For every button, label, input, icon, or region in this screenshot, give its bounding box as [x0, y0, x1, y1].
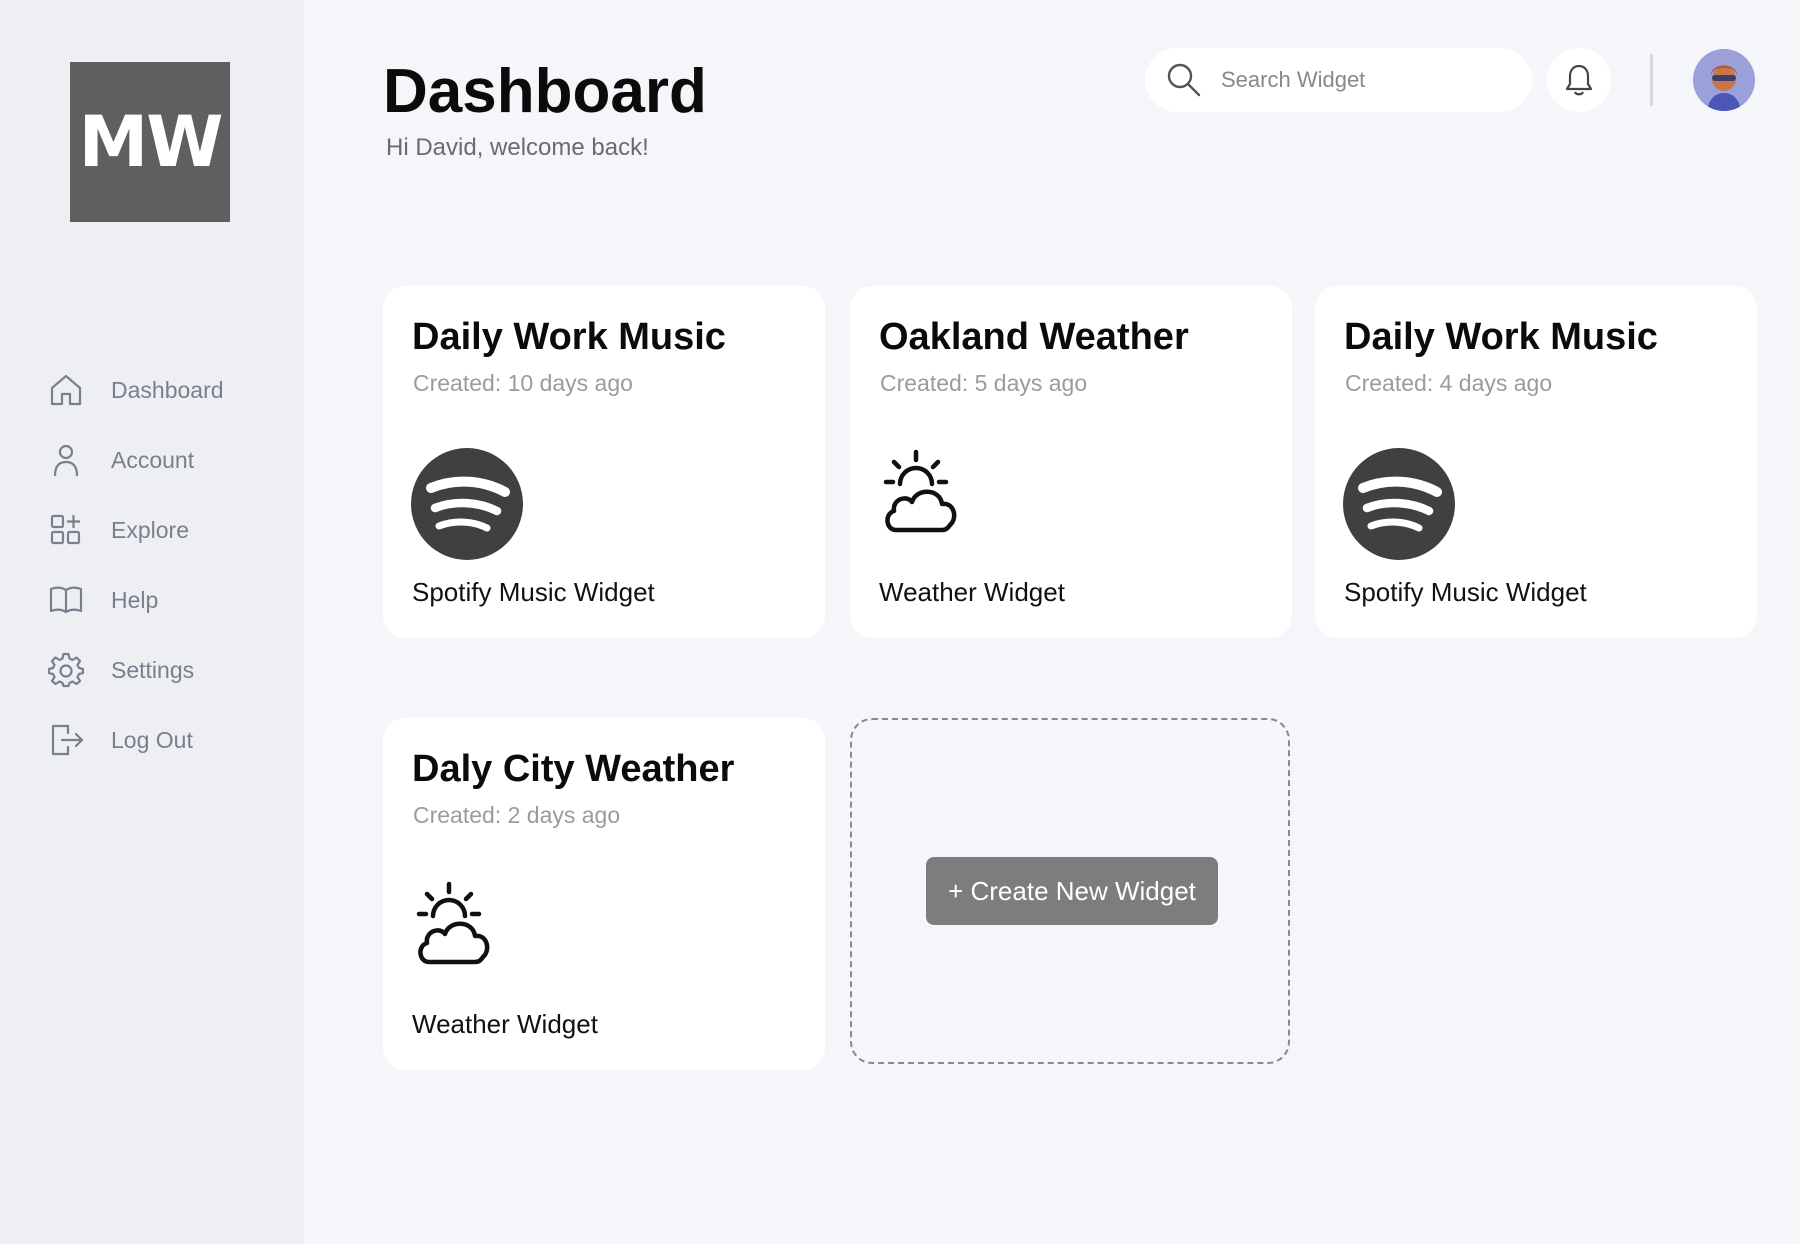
page-title: Dashboard [383, 57, 707, 126]
weather-icon [878, 448, 974, 549]
user-icon [53, 444, 79, 477]
widget-card[interactable]: Daily Work Music Created: 4 days ago Spo… [1315, 286, 1757, 638]
sidebar-nav: Dashboard Account Explore Help Settings … [48, 370, 224, 790]
widget-title: Daily Work Music [1344, 316, 1658, 358]
spotify-icon [1343, 448, 1455, 565]
widget-created-date: Created: 4 days ago [1345, 370, 1553, 396]
widget-title: Daily Work Music [412, 316, 726, 358]
book-icon [49, 586, 83, 614]
sidebar-item-label: Explore [111, 516, 189, 543]
sidebar: MW Dashboard Account Explore Help Settin… [0, 0, 304, 1244]
widget-created-date: Created: 2 days ago [413, 802, 621, 828]
avatar-image [1693, 49, 1755, 111]
gear-icon [48, 652, 84, 688]
widget-card[interactable]: Daly City Weather Created: 2 days ago We… [383, 718, 825, 1070]
bell-icon [1565, 64, 1593, 96]
weather-icon [411, 880, 507, 981]
logo: MW [70, 62, 230, 222]
notifications-button[interactable] [1547, 48, 1611, 112]
header-divider [1650, 54, 1653, 106]
sidebar-item-account[interactable]: Account [48, 440, 224, 480]
widget-card[interactable]: Oakland Weather Created: 5 days ago Weat… [850, 286, 1292, 638]
sidebar-item-logout[interactable]: Log Out [48, 720, 224, 760]
sidebar-item-label: Account [111, 446, 195, 473]
new-widget-placeholder: + Create New Widget [850, 718, 1290, 1064]
search-icon [1167, 63, 1201, 97]
sidebar-item-label: Log Out [111, 726, 193, 753]
spotify-icon [411, 448, 523, 565]
grid-plus-icon [50, 514, 81, 545]
widget-card[interactable]: Daily Work Music Created: 10 days ago Sp… [383, 286, 825, 638]
create-new-widget-button[interactable]: + Create New Widget [926, 857, 1218, 925]
sidebar-item-explore[interactable]: Explore [48, 510, 224, 550]
home-icon [50, 374, 82, 406]
widget-title: Daly City Weather [412, 748, 735, 790]
search-input[interactable] [1221, 67, 1501, 93]
sidebar-item-label: Help [111, 586, 159, 613]
avatar[interactable] [1693, 49, 1755, 111]
search-bar[interactable] [1145, 48, 1532, 112]
widget-type-label: Weather Widget [879, 577, 1065, 607]
widget-created-date: Created: 5 days ago [880, 370, 1088, 396]
sidebar-item-dashboard[interactable]: Dashboard [48, 370, 224, 410]
sidebar-item-label: Dashboard [111, 376, 224, 403]
widget-type-label: Spotify Music Widget [1344, 577, 1587, 607]
sidebar-item-settings[interactable]: Settings [48, 650, 224, 690]
sidebar-item-help[interactable]: Help [48, 580, 224, 620]
sidebar-item-label: Settings [111, 656, 195, 683]
widget-title: Oakland Weather [879, 316, 1189, 358]
welcome-message: Hi David, welcome back! [386, 134, 649, 161]
widget-created-date: Created: 10 days ago [413, 370, 633, 396]
widget-type-label: Spotify Music Widget [412, 577, 655, 607]
logout-icon [51, 724, 84, 756]
widget-type-label: Weather Widget [412, 1009, 598, 1039]
